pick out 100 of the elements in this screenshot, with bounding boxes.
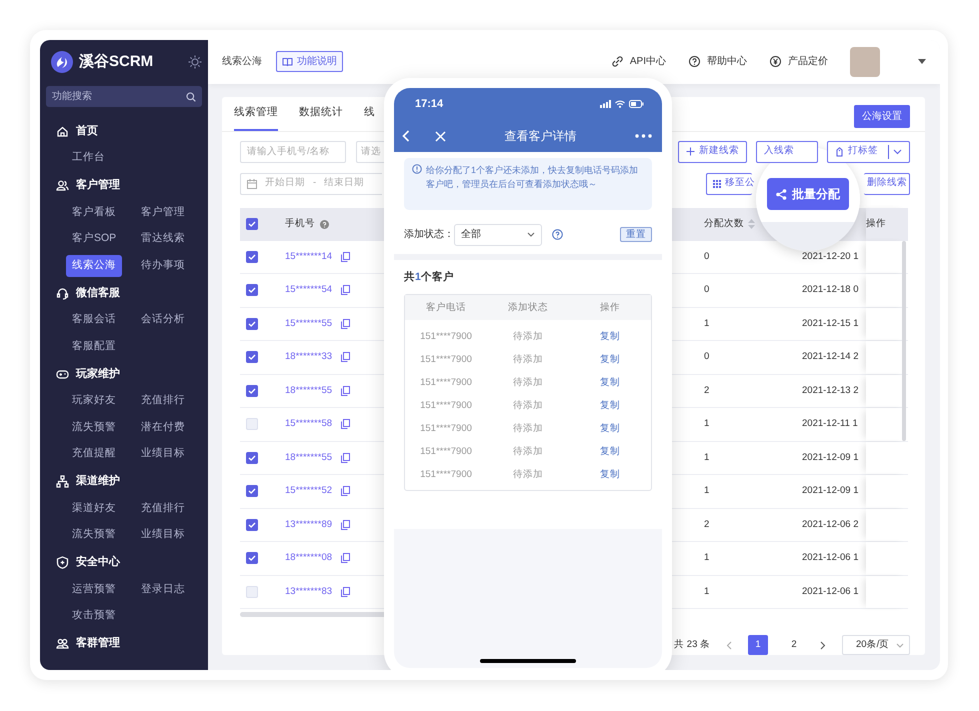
checkbox[interactable] [246, 284, 258, 296]
phone-link[interactable]: 15*******55 [285, 316, 332, 331]
top-link[interactable]: 帮助中心 [688, 54, 747, 70]
menu-group-title[interactable]: 微信客服 [76, 284, 120, 302]
menu-item[interactable]: 客服会话 [66, 309, 122, 332]
action-button[interactable]: 新建线索 [678, 140, 747, 162]
menu-item[interactable]: 流失预警 [66, 524, 122, 546]
reset-button[interactable]: 重置 [620, 227, 652, 242]
table-cell-text: 2021-12-09 1 [802, 484, 860, 498]
top-link[interactable]: 产品定价 [769, 54, 828, 70]
menu-item[interactable]: 攻击预警 [66, 605, 122, 628]
menu-item[interactable]: 充值排行 [135, 390, 191, 412]
tag-icon [835, 146, 844, 156]
menu-item[interactable]: 业绩目标 [135, 443, 191, 466]
action-cell [866, 508, 908, 541]
menu-item[interactable]: 客户SOP [66, 228, 122, 250]
action-button[interactable]: 入线索 [756, 140, 818, 162]
menu-item[interactable]: 待办事项 [135, 254, 191, 277]
table-cell: 151****7900 [420, 422, 472, 434]
tab[interactable]: 线索管理 [234, 104, 278, 130]
status-time: 17:14 [415, 96, 444, 112]
menu-group-title[interactable]: 渠道维护 [76, 473, 120, 490]
checkbox[interactable] [246, 351, 258, 364]
copy-icon [341, 252, 350, 262]
checkbox[interactable] [246, 518, 258, 531]
table-cell-text: 2021-12-06 2 [802, 518, 860, 532]
menu-item[interactable]: 渠道好友 [66, 498, 122, 520]
menu-item[interactable]: 线索公海 [66, 254, 122, 277]
search-field[interactable]: 请输入手机号/名称 [240, 140, 346, 162]
chevron-down-icon [893, 148, 902, 154]
hierarchy-icon [56, 475, 69, 488]
menu-item[interactable]: 运营预警 [66, 578, 122, 601]
menu-item[interactable]: 业绩目标 [135, 524, 191, 546]
table-cell: 待添加 [513, 330, 543, 342]
checkbox[interactable] [246, 218, 258, 230]
checkbox[interactable] [246, 250, 258, 263]
action-button[interactable]: 移至公 [706, 172, 752, 194]
checkbox[interactable] [246, 586, 258, 598]
menu-group-title[interactable]: 客群管理 [76, 635, 120, 652]
phone-link[interactable]: 18*******08 [285, 551, 332, 566]
table-cell-text: 2021-12-06 1 [802, 584, 860, 599]
logo-icon [51, 51, 73, 73]
copy-link[interactable]: 复制 [600, 422, 620, 434]
menu-item[interactable]: 雷达线索 [135, 228, 191, 250]
phone-link[interactable]: 18*******55 [285, 450, 332, 465]
copy-link[interactable]: 复制 [600, 400, 620, 411]
search-icon [186, 92, 196, 102]
checkbox[interactable] [246, 384, 258, 397]
phone-link[interactable]: 18*******33 [285, 350, 332, 364]
menu-item[interactable]: 工作台 [66, 147, 111, 170]
phone-link[interactable]: 15*******58 [285, 417, 332, 432]
search-field[interactable]: 功能搜索 [46, 86, 202, 107]
copy-link[interactable]: 复制 [600, 354, 620, 365]
pool-settings-button[interactable]: 公海设置 [854, 104, 910, 128]
action-button[interactable]: 打标签 [827, 140, 910, 162]
menu-group-title[interactable]: 玩家维护 [76, 366, 120, 382]
batch-assign-button[interactable]: 批量分配 [767, 178, 849, 210]
menu-item[interactable]: 充值提醒 [66, 443, 122, 466]
table-cell: 151****7900 [420, 354, 472, 365]
menu-group-title[interactable]: 首页 [76, 122, 98, 140]
status-select[interactable]: 全部 [454, 224, 542, 246]
copy-link[interactable]: 复制 [600, 446, 620, 457]
column-header: 添加状态 [508, 302, 548, 313]
phone-link[interactable]: 18*******55 [285, 384, 332, 398]
phone-link[interactable]: 13*******89 [285, 518, 332, 532]
tab[interactable]: 数据统计 [299, 104, 343, 130]
action-button[interactable]: 删除线索 [864, 172, 910, 194]
checkbox[interactable] [246, 552, 258, 564]
menu-item[interactable]: 玩家好友 [66, 390, 122, 412]
top-link[interactable]: API中心 [610, 54, 666, 70]
phone-link[interactable]: 15*******52 [285, 484, 332, 498]
phone-link[interactable]: 13*******83 [285, 584, 332, 599]
checkbox[interactable] [246, 485, 258, 498]
more-icon [635, 134, 652, 138]
menu-item[interactable]: 客服配置 [66, 336, 122, 358]
table-cell-text: 2021-12-13 2 [802, 384, 860, 398]
checkbox[interactable] [246, 452, 258, 464]
scrollbar-thumb[interactable] [902, 240, 906, 440]
menu-item[interactable]: 潜在付费 [135, 416, 191, 439]
copy-link[interactable]: 复制 [600, 376, 620, 388]
menu-item[interactable]: 会话分析 [135, 309, 191, 332]
menu-item[interactable]: 登录日志 [135, 578, 191, 601]
page-size-select[interactable]: 20条/页 [842, 635, 910, 655]
tab[interactable]: 线 [364, 104, 375, 130]
menu-item[interactable]: 充值排行 [135, 498, 191, 520]
phone-link[interactable]: 15*******54 [285, 283, 332, 298]
menu-item[interactable]: 客户看板 [66, 202, 122, 224]
copy-link[interactable]: 复制 [600, 330, 620, 342]
menu-group-title[interactable]: 客户管理 [76, 177, 120, 194]
menu-group-title[interactable]: 安全中心 [76, 554, 120, 571]
menu-item[interactable]: 客户管理 [135, 202, 191, 224]
copy-link[interactable]: 复制 [600, 468, 620, 480]
help-doc-button[interactable]: 功能说明 [276, 51, 343, 72]
phone-link[interactable]: 15*******14 [285, 250, 332, 264]
checkbox[interactable] [246, 418, 258, 430]
page-button[interactable]: 1 [748, 635, 768, 655]
checkbox[interactable] [246, 318, 258, 330]
select-field[interactable]: 请选 [356, 140, 384, 162]
page-button[interactable]: 2 [784, 635, 804, 655]
menu-item[interactable]: 流失预警 [66, 416, 122, 439]
